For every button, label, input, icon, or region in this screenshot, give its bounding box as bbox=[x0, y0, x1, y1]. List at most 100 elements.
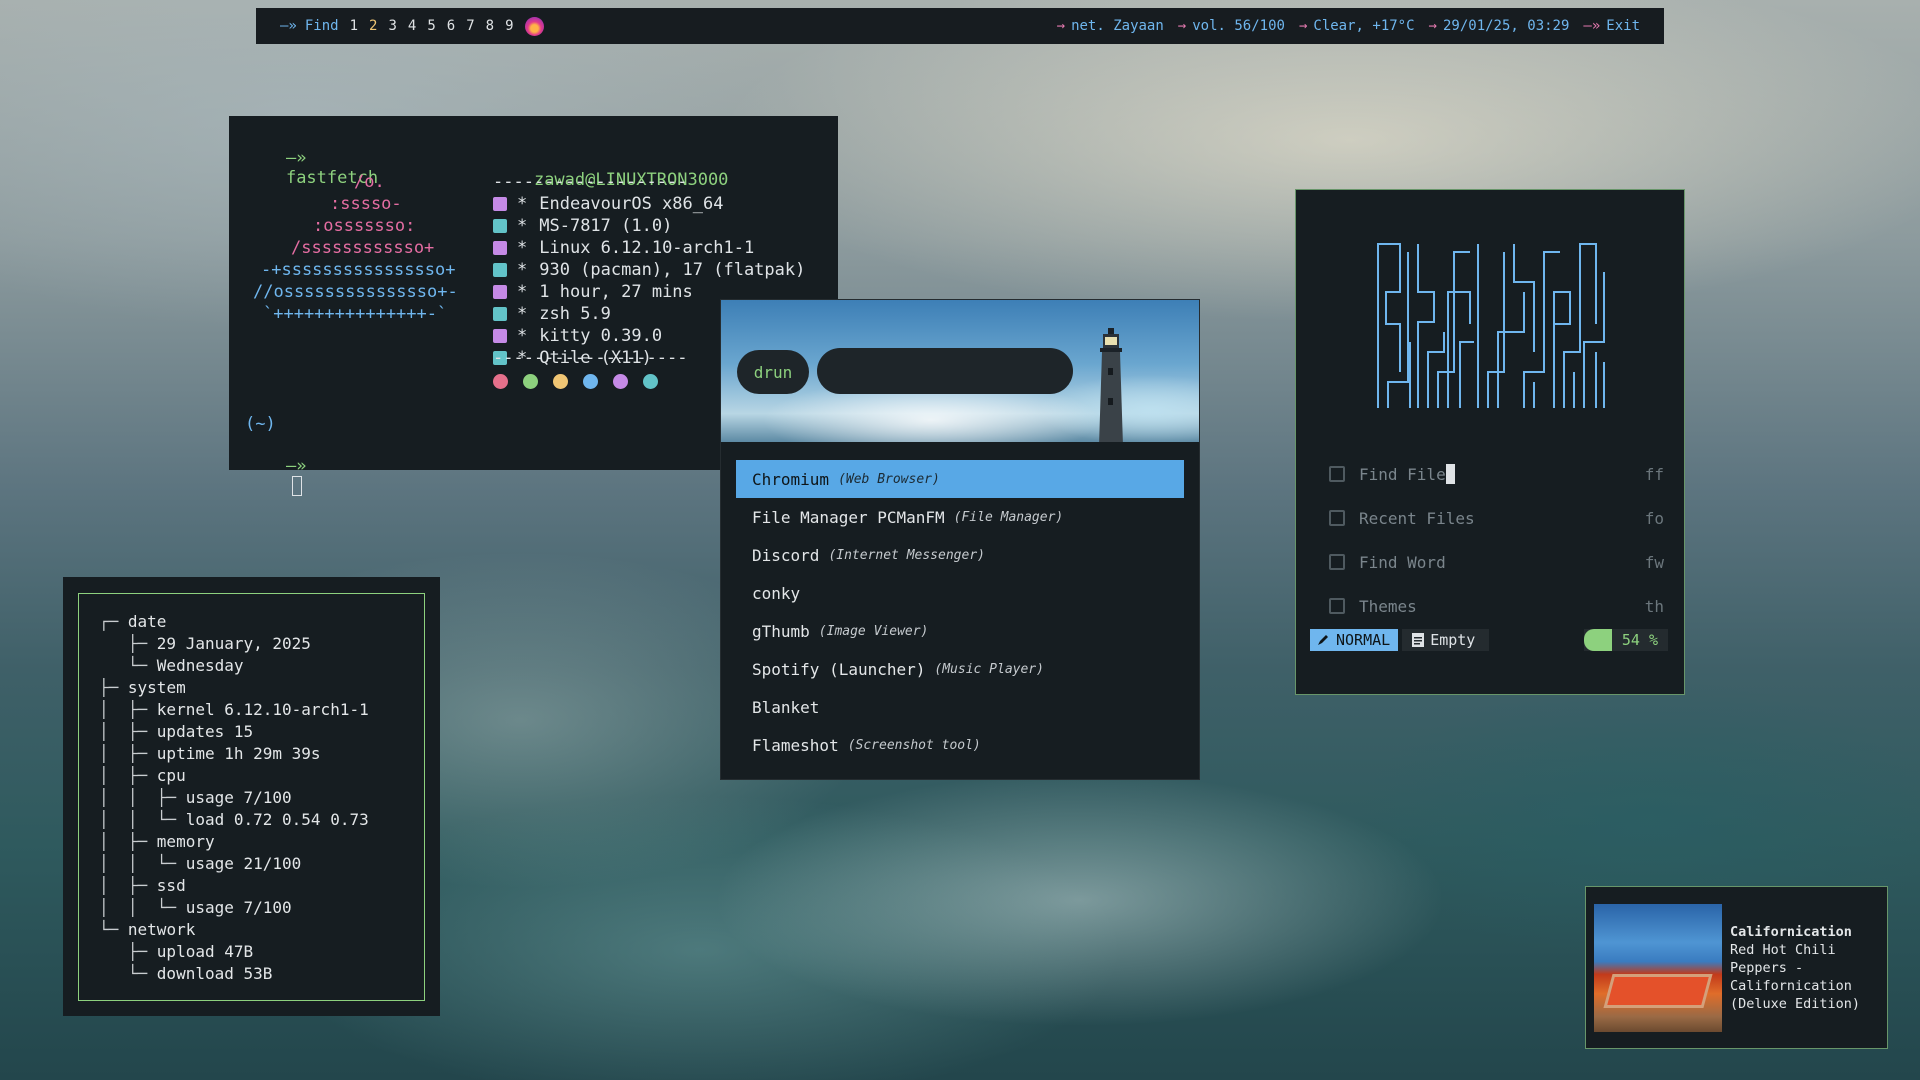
launcher-banner: drun bbox=[721, 300, 1199, 442]
color-dot bbox=[613, 374, 628, 389]
workspace-5[interactable]: 5 bbox=[427, 18, 435, 34]
status-line: NORMAL Empty 54 % bbox=[1310, 629, 1668, 651]
app-launcher[interactable]: drun Chromium (Web Browser) File Manager P… bbox=[720, 299, 1200, 780]
tree-branch: ├─ bbox=[99, 634, 157, 653]
color-dot bbox=[553, 374, 568, 389]
tree-label: date bbox=[127, 612, 167, 631]
tree-row: └─ Wednesday bbox=[99, 655, 369, 677]
launcher-item[interactable]: Chromium (Web Browser) bbox=[736, 460, 1184, 498]
launcher-item[interactable]: File Manager PCManFM (File Manager) bbox=[736, 498, 1184, 536]
workspace-list: 123456789 bbox=[339, 18, 514, 34]
dashboard-item[interactable]: Recent Files fo bbox=[1329, 496, 1664, 540]
color-dot bbox=[493, 374, 508, 389]
info-row: * Linux 6.12.10-arch1-1 bbox=[493, 238, 754, 258]
workspace-6[interactable]: 6 bbox=[447, 18, 455, 34]
info-row: * 930 (pacman), 17 (flatpak) bbox=[493, 260, 805, 280]
workspace-4[interactable]: 4 bbox=[408, 18, 416, 34]
info-value: zsh 5.9 bbox=[539, 304, 611, 324]
arrow-icon: —» bbox=[1583, 18, 1601, 34]
color-dot bbox=[583, 374, 598, 389]
tree-branch: │ ├─ bbox=[99, 832, 157, 851]
logo-stroke bbox=[1427, 332, 1445, 408]
text-cursor bbox=[291, 476, 302, 496]
info-row: * MS-7817 (1.0) bbox=[493, 216, 672, 236]
shell-icon bbox=[493, 307, 507, 321]
shortcut-key: fw bbox=[1644, 552, 1664, 572]
tree-row: │ │ ├─ usage 7/100 bbox=[99, 787, 369, 809]
bullet: * bbox=[517, 238, 528, 258]
separator-top: ------------------- bbox=[493, 172, 688, 192]
logo-line: -+ssssssssssssssso+ bbox=[261, 260, 456, 280]
exit-button[interactable]: Exit bbox=[1606, 18, 1640, 34]
history-icon bbox=[1329, 510, 1345, 526]
tree-label: uptime 1h 29m 39s bbox=[156, 744, 321, 763]
tree-row: │ ├─ memory bbox=[99, 831, 369, 853]
workspace-9[interactable]: 9 bbox=[505, 18, 513, 34]
info-value: MS-7817 (1.0) bbox=[539, 216, 673, 236]
dashboard-item[interactable]: Themes th bbox=[1329, 584, 1664, 628]
tree-branch: │ │ └─ bbox=[99, 898, 186, 917]
tree-row: │ ├─ kernel 6.12.10-arch1-1 bbox=[99, 699, 369, 721]
lines-icon bbox=[1583, 629, 1612, 651]
input-prompt[interactable]: —» bbox=[245, 436, 306, 517]
neovim-dashboard[interactable]: Find File ff Recent Files fo Find Word fw Them… bbox=[1295, 189, 1685, 695]
tree-label: load 0.72 0.54 0.73 bbox=[185, 810, 369, 829]
app-description: (Music Player) bbox=[934, 661, 1044, 677]
bullet: * bbox=[517, 282, 528, 302]
clock: 29/01/25, 03:29 bbox=[1442, 18, 1570, 34]
info-row: * 1 hour, 27 mins bbox=[493, 282, 693, 302]
launcher-item[interactable]: Discord (Internet Messenger) bbox=[736, 536, 1184, 574]
find-launcher-button[interactable]: Find bbox=[305, 18, 339, 34]
volume-status[interactable]: vol. 56/100 bbox=[1192, 18, 1285, 34]
app-description: (File Manager) bbox=[953, 509, 1064, 525]
info-value: 1 hour, 27 mins bbox=[539, 282, 693, 302]
bullet: * bbox=[517, 194, 528, 214]
dashboard-item-label: Recent Files bbox=[1359, 509, 1645, 528]
launcher-item[interactable]: gThumb (Image Viewer) bbox=[736, 612, 1184, 650]
dashboard-item[interactable]: Find Word fw bbox=[1329, 540, 1664, 584]
launcher-item[interactable]: Blanket bbox=[736, 688, 1184, 726]
shortcut-key: fo bbox=[1644, 508, 1664, 528]
workspace-3[interactable]: 3 bbox=[388, 18, 396, 34]
launcher-item[interactable]: conky bbox=[736, 574, 1184, 612]
tree-branch: └─ bbox=[99, 656, 157, 675]
host-icon bbox=[493, 219, 507, 233]
app-list: Chromium (Web Browser) File Manager PCManF… bbox=[736, 460, 1184, 764]
workspace-7[interactable]: 7 bbox=[466, 18, 474, 34]
info-row: * EndeavourOS x86_64 bbox=[493, 194, 723, 214]
tree-label: usage 7/100 bbox=[185, 788, 292, 807]
workspace-8[interactable]: 8 bbox=[486, 18, 494, 34]
file-search-icon bbox=[1329, 466, 1345, 482]
workspace-2[interactable]: 2 bbox=[369, 18, 377, 34]
app-icon[interactable] bbox=[524, 16, 544, 36]
launcher-item[interactable]: Flameshot (Screenshot tool) bbox=[736, 726, 1184, 764]
mode-label[interactable]: drun bbox=[737, 350, 809, 394]
workspace-1[interactable]: 1 bbox=[350, 18, 358, 34]
music-widget[interactable]: Californication Red Hot Chili Peppers - … bbox=[1585, 886, 1888, 1049]
dashboard-item[interactable]: Find File ff bbox=[1329, 452, 1664, 496]
logo-stroke bbox=[1387, 252, 1409, 408]
percent-text: 54 % bbox=[1621, 631, 1658, 649]
dashboard-item-text: Find Word bbox=[1359, 552, 1446, 572]
shortcut-key: th bbox=[1644, 596, 1664, 616]
brush-icon bbox=[1329, 598, 1345, 614]
arrow-icon: → bbox=[1177, 18, 1187, 34]
dashboard-item-label: Find Word bbox=[1359, 553, 1645, 572]
launcher-item[interactable]: Spotify (Launcher) (Music Player) bbox=[736, 650, 1184, 688]
net-status[interactable]: net. Zayaan bbox=[1071, 18, 1164, 34]
logo-stroke bbox=[1563, 243, 1597, 408]
tree-label: updates 15 bbox=[156, 722, 254, 741]
mode-text: NORMAL bbox=[1336, 631, 1391, 649]
track-title: Californication bbox=[1730, 924, 1852, 940]
logo-line: :sssso- bbox=[330, 194, 402, 214]
info-value: 930 (pacman), 17 (flatpak) bbox=[539, 260, 806, 280]
logo-line: :osssssso: bbox=[313, 216, 416, 236]
terminal-icon bbox=[493, 329, 507, 343]
prompt-arrow: —» bbox=[285, 148, 307, 168]
separator-bottom: ------------------- bbox=[493, 348, 688, 368]
search-input[interactable] bbox=[817, 348, 1073, 394]
bullet: * bbox=[517, 304, 528, 324]
logo-stroke bbox=[1553, 291, 1571, 408]
ascii-art-logo bbox=[1377, 243, 1605, 408]
tree-label: memory bbox=[156, 832, 215, 851]
